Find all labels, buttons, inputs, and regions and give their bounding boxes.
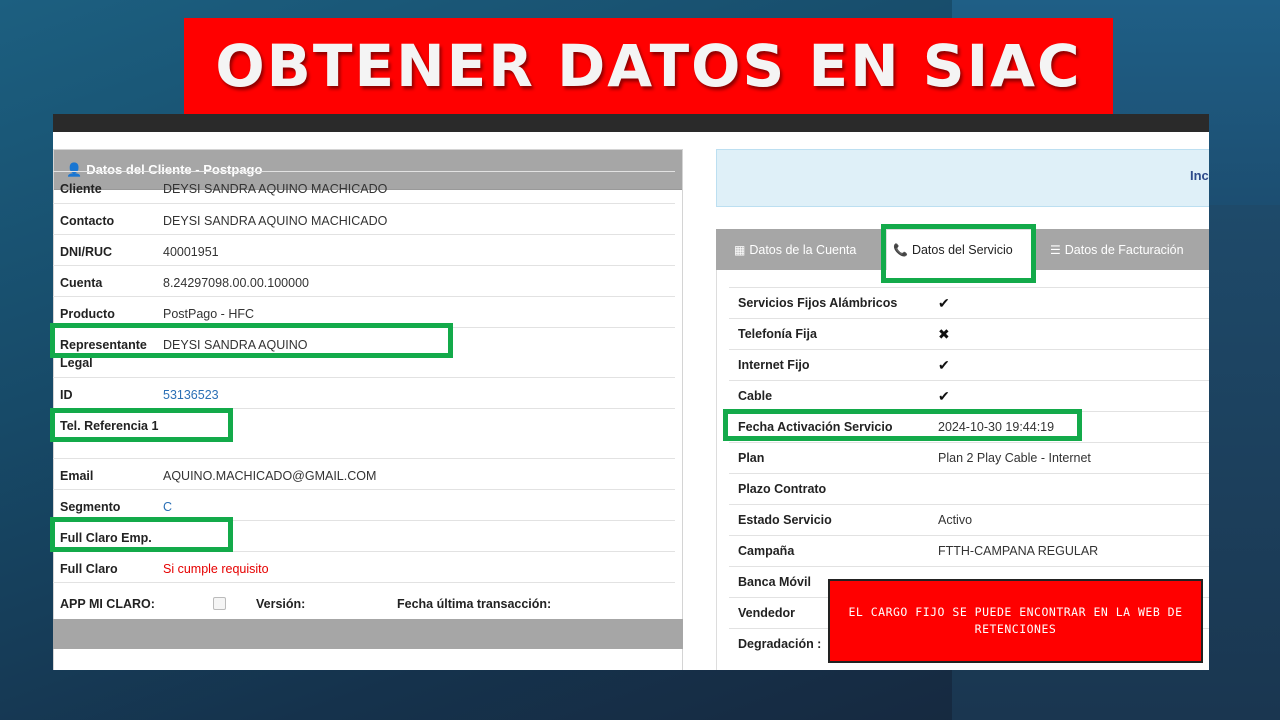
- title-banner: OBTENER DATOS EN SIAC: [184, 18, 1113, 114]
- check-icon: ✔: [938, 356, 950, 373]
- tab-billing-data[interactable]: ☰ Datos de Facturación: [1044, 229, 1190, 270]
- client-row-key: Contacto: [60, 214, 115, 228]
- client-row: ID 53136523: [53, 377, 675, 408]
- service-row: Servicios Fijos Alámbricos ✔: [729, 287, 1209, 318]
- billing-panel-heading: [53, 619, 683, 649]
- client-row-key: ID: [60, 388, 73, 402]
- client-row: Full Claro Si cumple requisito: [53, 551, 675, 582]
- app-mi-claro-checkbox[interactable]: [213, 597, 226, 610]
- client-row-key: Cliente: [60, 182, 102, 196]
- service-row-key: Estado Servicio: [738, 513, 832, 527]
- highlight-producto: [50, 323, 453, 358]
- cross-icon: ✖: [938, 325, 950, 342]
- service-row: Plan Plan 2 Play Cable - Internet: [729, 442, 1209, 473]
- info-alert-text: Inc: [1190, 168, 1209, 183]
- note-text: EL CARGO FIJO SE PUEDE ENCONTRAR EN LA W…: [848, 605, 1183, 636]
- highlight-segmento: [50, 517, 233, 552]
- service-row: Estado Servicio Activo: [729, 504, 1209, 535]
- full-claro-status: Si cumple requisito: [163, 562, 269, 576]
- note-box: EL CARGO FIJO SE PUEDE ENCONTRAR EN LA W…: [828, 579, 1203, 663]
- service-row-key: Plan: [738, 451, 765, 465]
- banner-title: OBTENER DATOS EN SIAC: [215, 32, 1082, 100]
- service-row: Internet Fijo ✔: [729, 349, 1209, 380]
- service-row-value: Activo: [938, 513, 973, 527]
- service-row-key: Campaña: [738, 544, 795, 558]
- app-mi-claro-label: APP MI CLARO:: [60, 596, 155, 611]
- tab-account-data[interactable]: ▦ Datos de la Cuenta: [728, 229, 862, 270]
- check-icon: ✔: [938, 294, 950, 311]
- client-row-value: DEYSI SANDRA AQUINO MACHICADO: [163, 214, 388, 228]
- service-row: Cable ✔: [729, 380, 1209, 411]
- service-row: Campaña FTTH-CAMPANA REGULAR: [729, 535, 1209, 566]
- client-id-link[interactable]: 53136523: [163, 386, 219, 408]
- client-row-value: 40001951: [163, 245, 219, 259]
- highlight-service-tab: [881, 224, 1036, 283]
- service-row: Telefonía Fija ✖: [729, 318, 1209, 349]
- service-row-key: Cable: [738, 389, 773, 403]
- client-row-key: Cuenta: [60, 276, 103, 290]
- top-bar: [53, 114, 1209, 132]
- highlight-activation-date: [723, 409, 1082, 441]
- service-row-value: FTTH-CAMPANA REGULAR: [938, 544, 1099, 558]
- check-icon: ✔: [938, 387, 950, 404]
- client-row-value: AQUINO.MACHICADO@GMAIL.COM: [163, 469, 377, 483]
- client-row-key: Email: [60, 469, 94, 483]
- service-row-value: Plan 2 Play Cable - Internet: [938, 451, 1091, 465]
- service-row: Plazo Contrato: [729, 473, 1209, 504]
- app-mi-claro-row: APP MI CLARO: Versión: Fecha última tran…: [53, 582, 675, 618]
- last-transaction-label: Fecha última transacción:: [397, 596, 552, 611]
- service-row-key: Plazo Contrato: [738, 482, 827, 496]
- client-row-value: DEYSI SANDRA AQUINO MACHICADO: [163, 182, 388, 196]
- client-row-key: Full Claro: [60, 562, 118, 576]
- grid-icon: ▦: [734, 242, 746, 257]
- info-alert: Inc: [716, 149, 1209, 207]
- client-row: Contacto DEYSI SANDRA AQUINO MACHICADO: [53, 203, 675, 234]
- client-row: Cliente DEYSI SANDRA AQUINO MACHICADO: [53, 171, 675, 203]
- version-label: Versión:: [256, 596, 306, 611]
- service-row-key: Internet Fijo: [738, 358, 810, 372]
- service-row-key: Servicios Fijos Alámbricos: [738, 296, 898, 310]
- tab-label: Datos de la Cuenta: [749, 242, 857, 257]
- list-icon: ☰: [1050, 242, 1061, 257]
- client-row-value: 8.24297098.00.00.100000: [163, 276, 309, 290]
- tab-label: Datos de Facturación: [1064, 242, 1184, 257]
- client-row: DNI/RUC 40001951: [53, 234, 675, 265]
- client-row: Email AQUINO.MACHICADO@GMAIL.COM: [53, 458, 675, 489]
- client-row-key: DNI/RUC: [60, 245, 113, 259]
- client-row: Segmento C: [53, 489, 675, 520]
- client-row: Cuenta 8.24297098.00.00.100000: [53, 265, 675, 296]
- service-row-key: Telefonía Fija: [738, 327, 817, 341]
- highlight-id: [50, 408, 233, 442]
